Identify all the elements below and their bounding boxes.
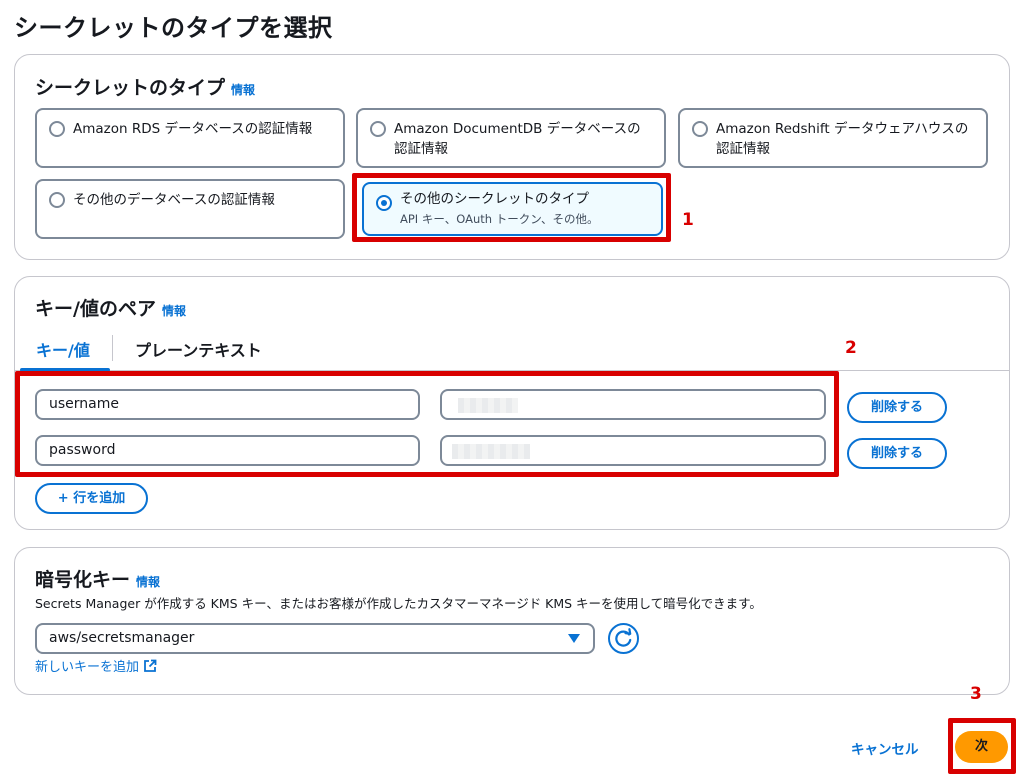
annotation-box-3	[948, 718, 1016, 774]
type-option-redshift[interactable]: Amazon Redshift データウェアハウスの認証情報	[678, 108, 988, 168]
kv-tabs: キー/値 プレーンテキスト	[15, 327, 1009, 372]
add-row-button[interactable]: + 行を追加	[35, 483, 148, 514]
kms-key-select[interactable]: aws/secretsmanager	[35, 623, 595, 654]
type-option-label: Amazon Redshift データウェアハウスの認証情報	[716, 121, 969, 157]
type-option-label: その他のデータベースの認証情報	[73, 192, 275, 208]
secret-type-info-link[interactable]: 情報	[231, 83, 255, 97]
secret-type-header: シークレットのタイプ 情報	[35, 73, 255, 100]
tab-divider	[112, 335, 113, 361]
type-option-rds[interactable]: Amazon RDS データベースの認証情報	[35, 108, 345, 168]
type-option-documentdb[interactable]: Amazon DocumentDB データベースの認証情報	[356, 108, 666, 168]
radio-icon[interactable]	[370, 121, 386, 137]
annotation-box-1	[352, 173, 671, 242]
encryption-header: 暗号化キー 情報	[35, 565, 160, 592]
annotation-box-2	[15, 371, 839, 477]
add-new-key-link[interactable]: 新しいキーを追加	[35, 656, 157, 675]
page-title: シークレットのタイプを選択	[14, 14, 333, 42]
annotation-step-2: 2	[845, 338, 857, 358]
encryption-description: Secrets Manager が作成する KMS キー、またはお客様が作成した…	[35, 596, 762, 611]
cancel-button[interactable]: キャンセル	[851, 738, 919, 758]
refresh-icon	[615, 628, 632, 647]
caret-down-icon[interactable]	[568, 634, 580, 643]
kv-title: キー/値のペア	[35, 298, 156, 320]
remove-row-button[interactable]: 削除する	[847, 438, 947, 469]
kv-info-link[interactable]: 情報	[162, 304, 186, 318]
radio-icon[interactable]	[49, 192, 65, 208]
encryption-title: 暗号化キー	[35, 569, 131, 591]
kms-key-value: aws/secretsmanager	[49, 630, 195, 646]
external-link-icon	[144, 659, 157, 672]
kv-header: キー/値のペア 情報	[35, 294, 186, 321]
encryption-panel: 暗号化キー 情報 Secrets Manager が作成する KMS キー、または…	[14, 547, 1010, 695]
type-option-label: Amazon RDS データベースの認証情報	[73, 121, 313, 137]
annotation-step-3: 3	[970, 684, 982, 704]
remove-row-button[interactable]: 削除する	[847, 392, 947, 423]
encryption-info-link[interactable]: 情報	[136, 575, 160, 589]
type-option-other-database[interactable]: その他のデータベースの認証情報	[35, 179, 345, 239]
add-new-key-label: 新しいキーを追加	[35, 660, 140, 675]
tab-plaintext[interactable]: プレーンテキスト	[135, 337, 262, 371]
secret-type-title: シークレットのタイプ	[35, 77, 226, 99]
refresh-button[interactable]	[608, 623, 639, 654]
type-option-label: Amazon DocumentDB データベースの認証情報	[394, 121, 641, 157]
radio-icon[interactable]	[692, 121, 708, 137]
annotation-step-1: 1	[682, 210, 694, 230]
tab-key-value[interactable]: キー/値	[20, 337, 110, 372]
radio-icon[interactable]	[49, 121, 65, 137]
